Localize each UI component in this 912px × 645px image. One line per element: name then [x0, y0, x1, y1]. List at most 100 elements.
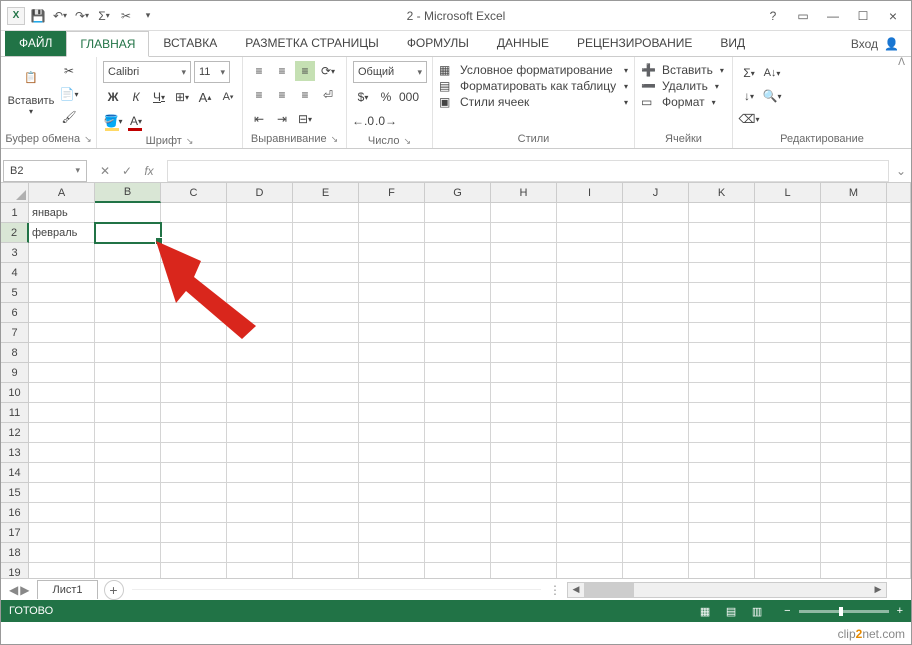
cell[interactable]	[689, 543, 755, 563]
cell[interactable]	[95, 303, 161, 323]
cell[interactable]	[821, 363, 887, 383]
cell[interactable]	[821, 303, 887, 323]
row-header[interactable]: 5	[1, 283, 29, 303]
cell[interactable]	[227, 423, 293, 443]
cell[interactable]	[821, 543, 887, 563]
cell[interactable]	[623, 283, 689, 303]
cell[interactable]	[95, 463, 161, 483]
cell[interactable]	[491, 323, 557, 343]
cell[interactable]	[293, 423, 359, 443]
cell[interactable]	[623, 543, 689, 563]
alignment-launcher-icon[interactable]: ↘	[331, 134, 339, 145]
cell[interactable]	[887, 523, 911, 543]
border-button[interactable]: ⊞▾	[172, 87, 192, 107]
column-header[interactable]: H	[491, 183, 557, 203]
column-header[interactable]: B	[95, 183, 161, 203]
zoom-out-button[interactable]: −	[784, 605, 790, 617]
cell[interactable]	[623, 243, 689, 263]
cell[interactable]	[425, 363, 491, 383]
cell[interactable]	[293, 523, 359, 543]
cell[interactable]	[689, 403, 755, 423]
cell[interactable]	[95, 263, 161, 283]
row-header[interactable]: 11	[1, 403, 29, 423]
tab-view[interactable]: ВИД	[706, 30, 759, 56]
cell[interactable]	[755, 303, 821, 323]
cell[interactable]	[689, 523, 755, 543]
cell[interactable]	[425, 343, 491, 363]
cell[interactable]	[557, 343, 623, 363]
font-color-button[interactable]: A▾	[126, 111, 146, 131]
cell[interactable]	[689, 423, 755, 443]
cell[interactable]	[161, 323, 227, 343]
cell[interactable]	[227, 303, 293, 323]
cell[interactable]	[293, 283, 359, 303]
sheet-tab[interactable]: Лист1	[37, 580, 97, 599]
cell[interactable]	[557, 423, 623, 443]
cell[interactable]	[161, 343, 227, 363]
cell[interactable]	[359, 363, 425, 383]
cell[interactable]	[887, 343, 911, 363]
row-header[interactable]: 2	[1, 223, 29, 243]
clear-button[interactable]: ⌫▾	[739, 109, 759, 129]
cell[interactable]	[689, 303, 755, 323]
cell[interactable]	[755, 523, 821, 543]
zoom-slider[interactable]	[799, 610, 889, 613]
number-launcher-icon[interactable]: ↘	[404, 136, 412, 147]
row-header[interactable]: 1	[1, 203, 29, 223]
sign-in-link[interactable]: Вход 👤	[839, 32, 911, 56]
insert-function-icon[interactable]: fx	[139, 164, 159, 178]
cut-button[interactable]: ✂	[59, 61, 79, 81]
cell[interactable]	[359, 243, 425, 263]
cell[interactable]	[359, 543, 425, 563]
cell[interactable]	[557, 403, 623, 423]
cell[interactable]	[359, 203, 425, 223]
align-right-button[interactable]: ≡	[295, 85, 315, 105]
copy-button[interactable]: 📄▾	[59, 84, 79, 104]
cell[interactable]	[755, 363, 821, 383]
align-left-button[interactable]: ≡	[249, 85, 269, 105]
cell[interactable]	[359, 263, 425, 283]
cell[interactable]	[359, 523, 425, 543]
cell[interactable]	[161, 403, 227, 423]
cell[interactable]	[557, 283, 623, 303]
column-header[interactable]: D	[227, 183, 293, 203]
cell[interactable]	[227, 483, 293, 503]
cell[interactable]	[95, 483, 161, 503]
clipboard-launcher-icon[interactable]: ↘	[84, 134, 92, 145]
cell[interactable]	[29, 463, 95, 483]
cell[interactable]	[689, 503, 755, 523]
cell[interactable]	[557, 363, 623, 383]
cell[interactable]	[821, 223, 887, 243]
cell[interactable]	[227, 383, 293, 403]
cell[interactable]	[755, 383, 821, 403]
cell[interactable]	[557, 443, 623, 463]
cell[interactable]	[425, 223, 491, 243]
cell[interactable]	[227, 283, 293, 303]
cell[interactable]	[689, 343, 755, 363]
cell[interactable]	[491, 243, 557, 263]
cell[interactable]	[887, 423, 911, 443]
cell[interactable]	[425, 203, 491, 223]
cell[interactable]	[161, 283, 227, 303]
column-header[interactable]: K	[689, 183, 755, 203]
cell[interactable]	[359, 343, 425, 363]
row-header[interactable]: 10	[1, 383, 29, 403]
cell[interactable]	[557, 383, 623, 403]
formula-bar[interactable]	[167, 160, 889, 182]
cell[interactable]	[623, 363, 689, 383]
zoom-in-button[interactable]: +	[897, 605, 903, 617]
cell[interactable]	[227, 203, 293, 223]
cell[interactable]	[293, 323, 359, 343]
sort-filter-button[interactable]: A↓▾	[762, 63, 782, 83]
cell[interactable]	[161, 463, 227, 483]
close-button[interactable]: ×	[879, 4, 907, 28]
cell[interactable]	[887, 283, 911, 303]
cell[interactable]	[887, 443, 911, 463]
cell[interactable]	[161, 543, 227, 563]
cell[interactable]	[887, 503, 911, 523]
cell[interactable]	[755, 503, 821, 523]
cell[interactable]	[359, 283, 425, 303]
cell[interactable]	[689, 443, 755, 463]
fill-button[interactable]: ↓▾	[739, 86, 759, 106]
column-header[interactable]: C	[161, 183, 227, 203]
